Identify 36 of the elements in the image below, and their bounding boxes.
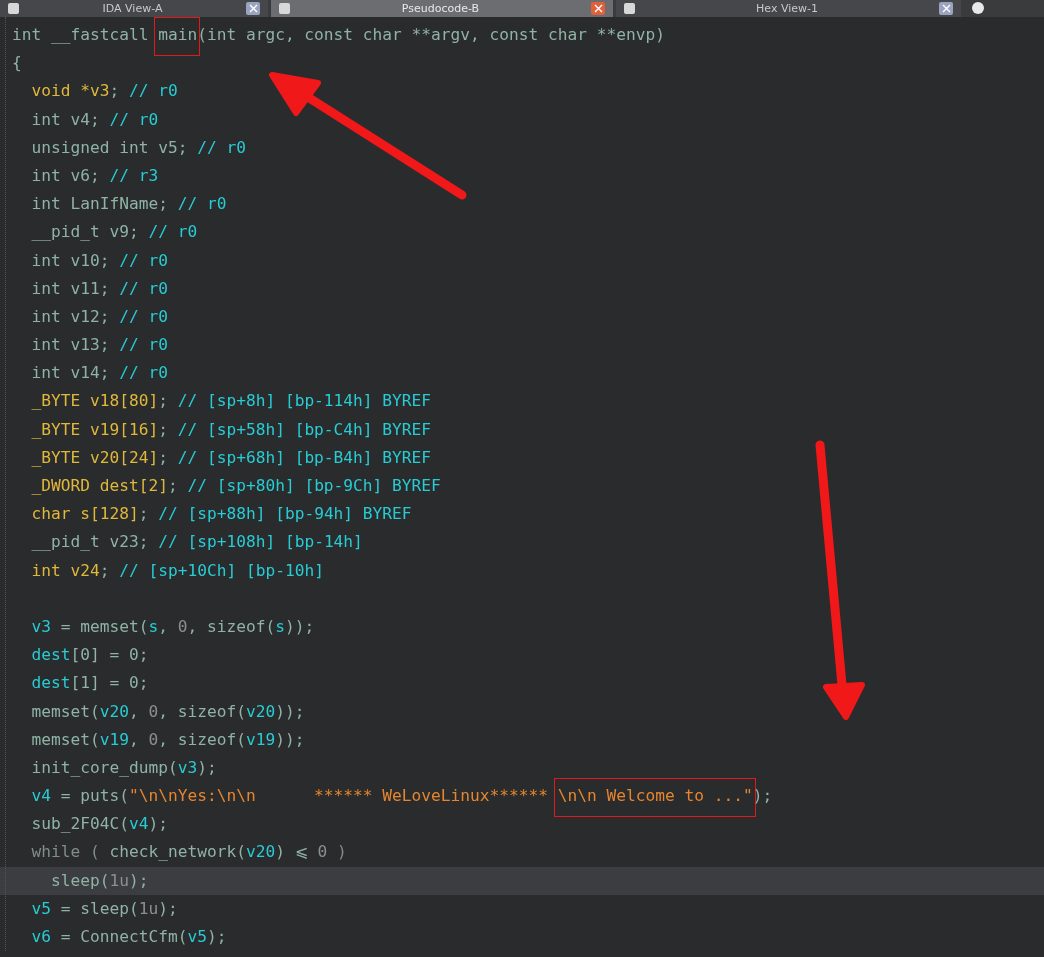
code-line: int v14; // r0 [30,362,169,385]
code-line: int v24; // [sp+10Ch] [bp-10h] [30,559,325,582]
code-line: __pid_t v9; // r0 [30,221,199,244]
tab[interactable]: Pseudocode-B [271,0,613,17]
code-line: { [11,52,23,75]
close-icon[interactable] [246,2,260,15]
code-line: v3 = memset(s, 0, sizeof(s)); [30,615,316,638]
code-line: _DWORD dest[2]; // [sp+80h] [bp-9Ch] BYREF [30,475,442,497]
close-icon[interactable] [939,2,953,15]
tab[interactable]: IDA View-A [0,0,268,17]
code-line: char s[128]; // [sp+88h] [bp-94h] BYREF [30,503,413,526]
code-line: int v10; // r0 [30,249,169,272]
code-line: _BYTE v18[80]; // [sp+8h] [bp-114h] BYREF [30,390,433,413]
code-line: int v13; // r0 [30,334,169,357]
code-line: int LanIfName; // r0 [30,193,228,216]
code-line: int v4; // r0 [30,108,160,131]
code-line: dest[0] = 0; [30,644,150,667]
code-line: v6 = ConnectCfm(v5); [30,926,228,948]
code-line: int v12; // r0 [30,305,169,328]
code-line: __pid_t v23; // [sp+108h] [bp-14h] [30,531,364,554]
code-line: init_core_dump(v3); [30,756,218,779]
close-icon[interactable] [591,2,605,15]
code-line: void *v3; // r0 [30,80,179,103]
code-line: memset(v19, 0, sizeof(v19)); [30,728,306,751]
code-line: v5 = sleep(1u); [30,897,179,920]
code-line: _BYTE v19[16]; // [sp+58h] [bp-C4h] BYREF [30,418,433,441]
code-line: memset(v20, 0, sizeof(v20)); [30,700,306,723]
code-line: sub_2F04C(v4); [30,813,169,836]
code-line: _BYTE v20[24]; // [sp+68h] [bp-B4h] BYREF [30,446,433,469]
code-line: int __fastcall main(int argc, const char **argv, const char **envp) [0,21,1044,50]
code-line: int v11; // r0 [30,277,169,300]
tab[interactable]: Hex View-1 [616,0,961,17]
code-line: int v6; // r3 [30,164,160,187]
code-line: unsigned int v5; // r0 [30,136,247,159]
code-line: while ( check_network(v20) ⩽ 0 ) [30,841,348,864]
code-line: dest[1] = 0; [30,672,150,695]
